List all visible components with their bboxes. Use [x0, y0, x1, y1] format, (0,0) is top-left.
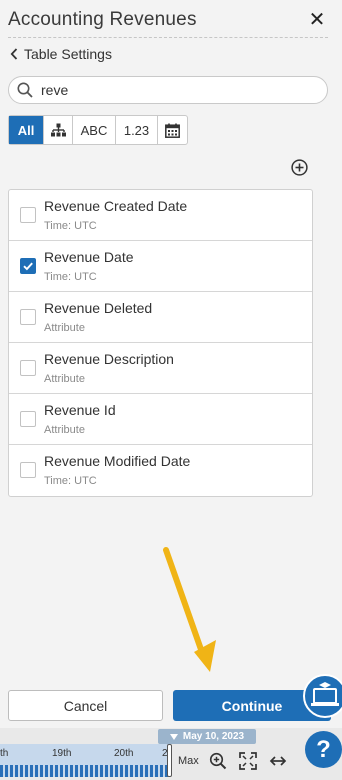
- checkbox[interactable]: [20, 207, 36, 223]
- help-button[interactable]: ?: [305, 731, 342, 768]
- list-item[interactable]: Revenue Modified Date Time: UTC: [9, 445, 312, 496]
- timeline-handle[interactable]: [167, 744, 172, 777]
- column-type: Time: UTC: [44, 220, 97, 232]
- list-item[interactable]: Revenue Created Date Time: UTC: [9, 190, 312, 241]
- panel-header: Accounting Revenues ✕: [0, 0, 342, 40]
- search-box: [8, 76, 328, 104]
- panel-title: Accounting Revenues: [8, 9, 197, 30]
- timeline-label: 20th: [114, 748, 134, 759]
- column-list: Revenue Created Date Time: UTC Revenue D…: [8, 189, 313, 497]
- pan-horizontal-icon[interactable]: [269, 752, 287, 770]
- timeline-ticks: [0, 765, 170, 777]
- timeline-track[interactable]: th 19th 20th 2: [0, 744, 170, 765]
- close-icon[interactable]: ✕: [308, 10, 326, 30]
- checkbox[interactable]: [20, 360, 36, 376]
- column-name: Revenue Deleted: [44, 300, 153, 316]
- timeline-max[interactable]: Max: [178, 755, 199, 767]
- expand-icon[interactable]: [239, 752, 257, 770]
- checkbox[interactable]: [20, 411, 36, 427]
- search-input[interactable]: [41, 82, 301, 98]
- checkmark-icon: [23, 262, 33, 271]
- column-name: Revenue Created Date: [44, 198, 188, 214]
- column-name: Revenue Id: [44, 402, 116, 418]
- cancel-button[interactable]: Cancel: [8, 690, 163, 721]
- filter-text[interactable]: ABC: [73, 116, 116, 144]
- timeline-label: 19th: [52, 748, 72, 759]
- checkbox[interactable]: [20, 309, 36, 325]
- filter-number[interactable]: 1.23: [116, 116, 158, 144]
- column-name: Revenue Description: [44, 351, 174, 367]
- list-item[interactable]: Revenue Id Attribute: [9, 394, 312, 445]
- timeline-date: May 10, 2023: [182, 731, 245, 742]
- timeline-date-marker: May 10, 2023: [158, 729, 256, 744]
- zoom-in-icon[interactable]: [209, 752, 227, 770]
- chevron-left-icon: [10, 48, 18, 60]
- back-label: Table Settings: [24, 46, 112, 62]
- column-name: Revenue Date: [44, 249, 134, 265]
- timeline-label: th: [0, 748, 9, 759]
- header-divider: [8, 37, 328, 38]
- checkbox[interactable]: [20, 462, 36, 478]
- column-type: Time: UTC: [44, 271, 97, 283]
- list-item[interactable]: Revenue Description Attribute: [9, 343, 312, 394]
- column-type: Attribute: [44, 322, 85, 334]
- annotation-arrow-icon: [163, 547, 216, 672]
- search-icon: [17, 82, 33, 98]
- calendar-icon: [165, 123, 180, 138]
- add-circle-icon[interactable]: [291, 159, 308, 176]
- column-type-filter: All ABC 1.23: [8, 115, 188, 145]
- column-type: Time: UTC: [44, 475, 97, 487]
- column-type: Attribute: [44, 424, 85, 436]
- filter-all[interactable]: All: [9, 116, 44, 144]
- list-item[interactable]: Revenue Date Time: UTC: [9, 241, 312, 292]
- hierarchy-icon: [50, 123, 66, 137]
- filter-date[interactable]: [158, 116, 187, 144]
- triangle-down-icon: [169, 733, 178, 740]
- back-to-table-settings[interactable]: Table Settings: [10, 45, 112, 63]
- filter-hierarchy[interactable]: [44, 116, 73, 144]
- list-item[interactable]: Revenue Deleted Attribute: [9, 292, 312, 343]
- column-name: Revenue Modified Date: [44, 453, 191, 469]
- column-type: Attribute: [44, 373, 85, 385]
- checkbox-checked[interactable]: [20, 258, 36, 274]
- learning-laptop-icon[interactable]: [303, 674, 342, 718]
